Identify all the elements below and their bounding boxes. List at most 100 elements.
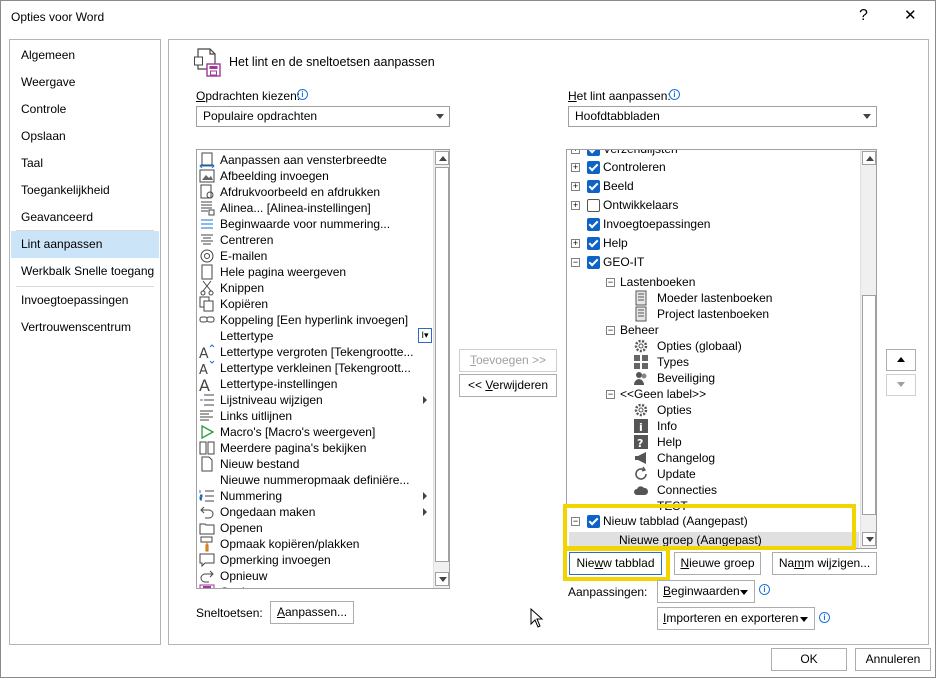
- command-item[interactable]: Lettertype I▾: [199, 328, 432, 344]
- ribbon-tree-item[interactable]: Connecties: [633, 482, 857, 498]
- scroll-up-button[interactable]: [862, 151, 876, 165]
- nav-item-addins[interactable]: Invoegtoepassingen: [11, 287, 159, 314]
- tab-checkbox[interactable]: [587, 218, 600, 231]
- command-item[interactable]: Centreren: [199, 232, 431, 248]
- info-icon[interactable]: i: [669, 89, 680, 100]
- expand-icon[interactable]: +: [571, 163, 580, 172]
- nav-item-quick-access-toolbar[interactable]: Werkbalk Snelle toegang: [11, 258, 159, 285]
- move-down-button[interactable]: [886, 374, 916, 396]
- scroll-down-button[interactable]: [862, 532, 876, 546]
- command-item[interactable]: Opmerking invoegen: [199, 552, 431, 568]
- collapse-icon[interactable]: −: [571, 258, 580, 267]
- ribbon-tree-item[interactable]: + Controleren: [571, 159, 857, 175]
- ribbon-tree-item[interactable]: − Lastenboeken: [589, 274, 857, 290]
- command-item[interactable]: Koppeling [Een hyperlink invoegen]: [199, 312, 431, 328]
- expand-icon[interactable]: +: [571, 182, 580, 191]
- command-item[interactable]: Nieuw bestand: [199, 456, 431, 472]
- scroll-thumb[interactable]: [435, 167, 449, 562]
- move-up-button[interactable]: [886, 349, 916, 371]
- command-item[interactable]: Openen: [199, 520, 431, 536]
- scroll-down-button[interactable]: [435, 572, 449, 586]
- command-item[interactable]: Opmaak kopiëren/plakken: [199, 536, 431, 552]
- ribbon-tree-item[interactable]: + Ontwikkelaars: [571, 197, 857, 213]
- command-item[interactable]: Kopiëren: [199, 296, 431, 312]
- collapse-icon[interactable]: −: [606, 390, 615, 399]
- ribbon-tree-item[interactable]: Opties (globaal): [633, 338, 857, 354]
- collapse-icon[interactable]: −: [606, 326, 615, 335]
- expand-icon[interactable]: +: [571, 239, 580, 248]
- nav-item-general[interactable]: Algemeen: [11, 42, 159, 69]
- ribbon-tree-item[interactable]: Types: [633, 354, 857, 370]
- nav-item-customize-ribbon[interactable]: Lint aanpassen: [11, 231, 159, 258]
- ribbon-tree-item[interactable]: Beveiliging: [633, 370, 857, 386]
- command-item[interactable]: Ongedaan maken: [199, 504, 431, 520]
- new-tab-button[interactable]: Nieww tabblad: [569, 552, 662, 575]
- remove-button[interactable]: << Verwijderen: [459, 374, 557, 397]
- ribbon-tree-item[interactable]: + Verzendlijsten: [571, 150, 857, 157]
- tab-checkbox[interactable]: [587, 180, 600, 193]
- nav-item-save[interactable]: Opslaan: [11, 123, 159, 150]
- ribbon-tree-item[interactable]: Project lastenboeken: [633, 306, 857, 322]
- tab-checkbox[interactable]: [587, 237, 600, 250]
- add-button[interactable]: Toevoegen >>: [459, 349, 557, 372]
- command-item[interactable]: Aanpassen aan vensterbreedte: [199, 152, 431, 169]
- command-item[interactable]: Macro's [Macro's weergeven]: [199, 424, 431, 440]
- nav-item-proofing[interactable]: Controle: [11, 96, 159, 123]
- expand-icon[interactable]: +: [571, 201, 580, 210]
- nav-item-trust-center[interactable]: Vertrouwenscentrum: [11, 314, 159, 341]
- new-group-button[interactable]: Nieuwe groep: [674, 552, 761, 575]
- info-icon[interactable]: i: [297, 89, 308, 100]
- tab-checkbox[interactable]: [587, 161, 600, 174]
- ribbon-tree[interactable]: + Verzendlijsten + Controleren + Beeld + Ontwik…: [566, 149, 877, 549]
- scroll-thumb[interactable]: [862, 295, 876, 515]
- commands-scrollbar[interactable]: [433, 150, 449, 588]
- command-item[interactable]: Meerdere pagina's bekijken: [199, 440, 431, 456]
- nav-item-accessibility[interactable]: Toegankelijkheid: [11, 177, 159, 204]
- commands-list[interactable]: Aanpassen aan vensterbreedte Afbeelding i…: [196, 149, 450, 589]
- ribbon-tree-item[interactable]: − <<Geen label>>: [589, 386, 857, 402]
- command-item[interactable]: Afdrukvoorbeeld en afdrukken: [199, 184, 431, 200]
- ribbon-tree-item[interactable]: Update: [633, 466, 857, 482]
- command-item[interactable]: Nieuwe nummeropmaak definiëre...: [199, 472, 431, 488]
- command-item[interactable]: Links uitlijnen: [199, 408, 431, 424]
- info-icon[interactable]: i: [759, 584, 770, 595]
- ribbon-tree-item[interactable]: − GEO-IT: [571, 254, 857, 270]
- command-item[interactable]: Beginwaarde voor nummering...: [199, 216, 431, 232]
- expand-icon[interactable]: +: [571, 150, 580, 154]
- info-icon[interactable]: i: [819, 612, 830, 623]
- command-item[interactable]: A Lettertype vergroten [Tekengrootte...: [199, 344, 431, 362]
- command-item[interactable]: Lijstniveau wijzigen: [199, 392, 431, 408]
- command-item[interactable]: A Lettertype-instellingen: [199, 376, 431, 395]
- ribbon-tree-item[interactable]: + Beeld: [571, 178, 857, 194]
- command-item[interactable]: Nummering: [199, 488, 431, 504]
- ribbon-tree-item[interactable]: + Help: [571, 235, 857, 251]
- tab-checkbox[interactable]: [587, 256, 600, 269]
- ribbon-tree-item[interactable]: Opties: [633, 402, 857, 418]
- command-item[interactable]: Afbeelding invoegen: [199, 168, 431, 184]
- reset-dropdown[interactable]: Beginwaarden: [657, 580, 755, 603]
- command-item[interactable]: Opnieuw: [199, 568, 431, 584]
- ribbon-tree-item[interactable]: Moeder lastenboeken: [633, 290, 857, 306]
- ribbon-tree-scrollbar[interactable]: [860, 150, 876, 548]
- nav-item-display[interactable]: Weergave: [11, 69, 159, 96]
- command-item[interactable]: Alinea... [Alinea-instellingen]: [199, 200, 431, 216]
- tab-checkbox[interactable]: [587, 150, 600, 156]
- command-item[interactable]: A Lettertype verkleinen [Tekengroott...: [199, 360, 431, 378]
- collapse-icon[interactable]: −: [606, 278, 615, 287]
- ribbon-tabs-dropdown[interactable]: Hoofdtabbladen: [568, 106, 877, 127]
- command-item[interactable]: Opslaan: [199, 584, 431, 588]
- ribbon-tree-item[interactable]: Changelog: [633, 450, 857, 466]
- nav-item-language[interactable]: Taal: [11, 150, 159, 177]
- nav-item-advanced[interactable]: Geavanceerd: [11, 204, 159, 231]
- ribbon-tree-item[interactable]: − Beheer: [589, 322, 857, 338]
- import-export-dropdown[interactable]: Importeren en exporteren: [657, 607, 815, 630]
- customize-shortcuts-button[interactable]: Aanpassen...: [270, 601, 354, 624]
- command-item[interactable]: Hele pagina weergeven: [199, 264, 431, 280]
- tab-checkbox[interactable]: [587, 199, 600, 212]
- ribbon-tree-item[interactable]: ? Help: [633, 434, 857, 450]
- command-item[interactable]: Knippen: [199, 280, 431, 296]
- rename-button[interactable]: Namm wijzigen...: [772, 552, 877, 575]
- ribbon-tree-item[interactable]: Invoegtoepassingen: [571, 216, 857, 232]
- ribbon-tree-item[interactable]: i Info: [633, 418, 857, 434]
- close-button[interactable]: ✕: [904, 7, 917, 25]
